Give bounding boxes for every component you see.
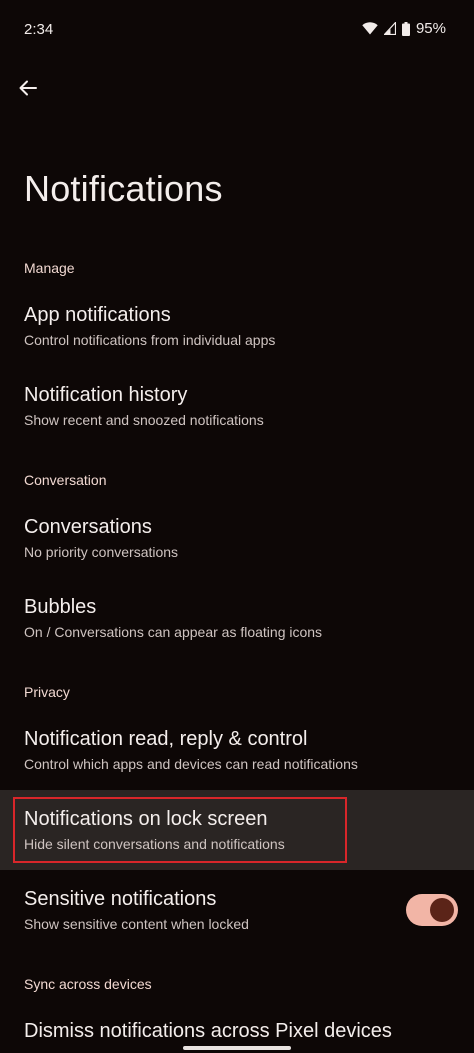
item-title: Bubbles [24,596,97,618]
bubbles-item[interactable]: Bubbles On / Conversations can appear as… [0,582,474,662]
item-subtitle: No priority conversations [24,544,179,560]
sensitive-notifications-item[interactable]: Sensitive notifications Show sensitive c… [0,872,474,952]
app-notifications-item[interactable]: App notifications Control notifications … [0,290,474,370]
section-header-manage: Manage [24,260,75,276]
item-subtitle: On / Conversations can appear as floatin… [24,624,323,640]
notification-read-reply-control-item[interactable]: Notification read, reply & control Contr… [0,714,474,790]
item-subtitle: Control notifications from individual ap… [24,332,276,348]
conversations-item[interactable]: Conversations No priority conversations [0,502,474,582]
item-subtitle: Control which apps and devices can read … [24,756,358,772]
section-header-privacy: Privacy [24,684,70,700]
item-title: App notifications [24,304,171,326]
item-title: Conversations [24,516,152,538]
section-header-sync: Sync across devices [24,976,152,992]
item-subtitle: Show sensitive content when locked [24,916,249,932]
sensitive-notifications-toggle[interactable] [406,894,458,926]
item-title: Dismiss notifications across Pixel devic… [24,1020,392,1042]
navigation-handle[interactable] [183,1046,291,1050]
battery-icon [401,21,410,36]
arrow-back-icon [19,80,37,96]
notification-history-item[interactable]: Notification history Show recent and sno… [0,370,474,450]
item-title: Notification history [24,384,188,406]
item-title: Sensitive notifications [24,888,217,910]
signal-icon [383,22,396,35]
battery-percentage: 95% [415,20,446,37]
status-bar: 2:34 95% [0,0,474,60]
highlight-outline [13,797,347,863]
item-title: Notification read, reply & control [24,728,308,750]
status-time: 2:34 [24,21,54,38]
section-header-conversation: Conversation [24,472,107,488]
status-icons: 95% [362,20,446,37]
back-button[interactable] [10,70,46,106]
wifi-icon [362,22,378,35]
page-title: Notifications [24,168,223,209]
item-subtitle: Show recent and snoozed notifications [24,412,264,428]
toggle-thumb [430,898,454,922]
